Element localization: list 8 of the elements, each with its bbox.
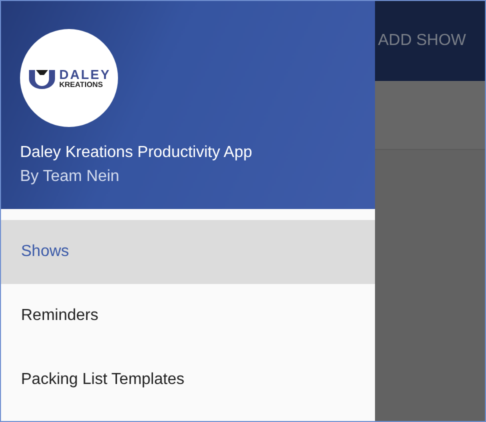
app-title: Daley Kreations Productivity App [20, 144, 254, 162]
logo-text: DALEY [59, 68, 111, 81]
menu-item[interactable]: Reminders [1, 284, 375, 348]
app-subtitle: By Team Nein [20, 168, 120, 186]
menu-item[interactable]: Packing List Templates [1, 348, 375, 412]
logo-mark-icon [27, 67, 58, 89]
add-show-button[interactable]: ADD SHOW [378, 32, 466, 50]
menu-item[interactable]: Shows [1, 220, 375, 284]
